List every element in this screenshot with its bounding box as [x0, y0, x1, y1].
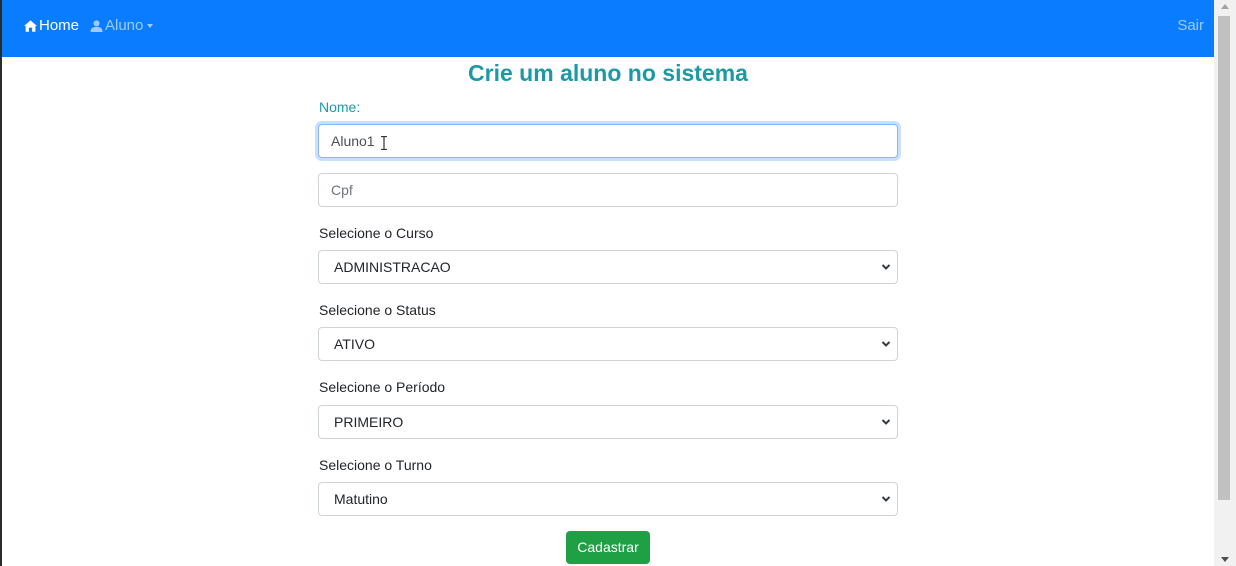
- periodo-label: Selecione o Período: [319, 379, 446, 395]
- page-title: Crie um aluno no sistema: [468, 60, 748, 86]
- user-icon: [90, 19, 103, 32]
- scrollbar-thumb[interactable]: [1218, 16, 1230, 500]
- window-edge: [0, 0, 2, 566]
- chevron-down-icon: [881, 419, 891, 425]
- turno-select[interactable]: Matutino: [318, 482, 898, 516]
- nav-aluno-dropdown[interactable]: Aluno: [90, 17, 154, 34]
- turno-label: Selecione o Turno: [319, 457, 432, 473]
- status-selected-value: ATIVO: [334, 336, 375, 352]
- nav-sair-link[interactable]: Sair: [1177, 17, 1204, 34]
- chevron-down-icon: [881, 264, 891, 270]
- scroll-down-arrow-icon[interactable]: [1221, 557, 1229, 562]
- status-label: Selecione o Status: [319, 302, 436, 318]
- chevron-down-icon: [881, 341, 891, 347]
- text-cursor-icon: [381, 136, 387, 150]
- periodo-selected-value: PRIMEIRO: [334, 414, 404, 430]
- nome-label: Nome:: [319, 99, 361, 115]
- vertical-scrollbar[interactable]: [1214, 0, 1236, 566]
- chevron-down-icon: [881, 496, 891, 502]
- cpf-input[interactable]: [318, 173, 898, 207]
- curso-selected-value: ADMINISTRACAO: [334, 259, 451, 275]
- navbar: Home Aluno Sair: [2, 0, 1214, 57]
- caret-down-icon: [147, 23, 154, 28]
- nome-input[interactable]: [318, 124, 898, 158]
- nav-home-label: Home: [39, 17, 80, 34]
- nav-home-link[interactable]: Home: [24, 17, 79, 34]
- status-select[interactable]: ATIVO: [318, 327, 898, 361]
- cadastrar-button[interactable]: Cadastrar: [566, 531, 650, 564]
- turno-selected-value: Matutino: [334, 491, 388, 507]
- curso-label: Selecione o Curso: [319, 225, 434, 241]
- nav-aluno-label: Aluno: [105, 17, 144, 34]
- home-icon: [24, 19, 37, 32]
- curso-select[interactable]: ADMINISTRACAO: [318, 250, 898, 284]
- scroll-up-arrow-icon[interactable]: [1221, 4, 1229, 9]
- periodo-select[interactable]: PRIMEIRO: [318, 405, 898, 439]
